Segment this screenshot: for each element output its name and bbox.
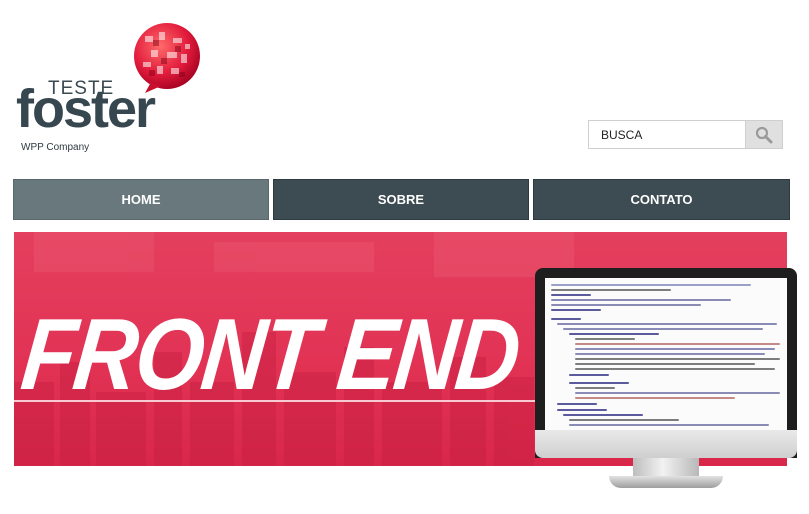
monitor-chin [535,430,797,458]
search-input[interactable] [589,121,747,148]
code-screen [545,278,787,430]
banner-title: FRONT END [16,297,525,411]
magnifier-icon [755,126,773,144]
logo-tagline: WPP Company [21,142,90,153]
logo-foster-text: foster [16,79,156,139]
banner-divider [14,400,554,402]
monitor-illustration [535,268,797,494]
search-box [588,120,783,149]
monitor-base [609,476,723,488]
nav-contato[interactable]: CONTATO [533,179,790,220]
main-navigation: HOME SOBRE CONTATO [13,179,790,220]
site-logo[interactable]: TESTE foster WPP Company [16,22,216,162]
nav-sobre[interactable]: SOBRE [273,179,529,220]
search-button[interactable] [745,121,782,148]
nav-home[interactable]: HOME [13,179,269,220]
